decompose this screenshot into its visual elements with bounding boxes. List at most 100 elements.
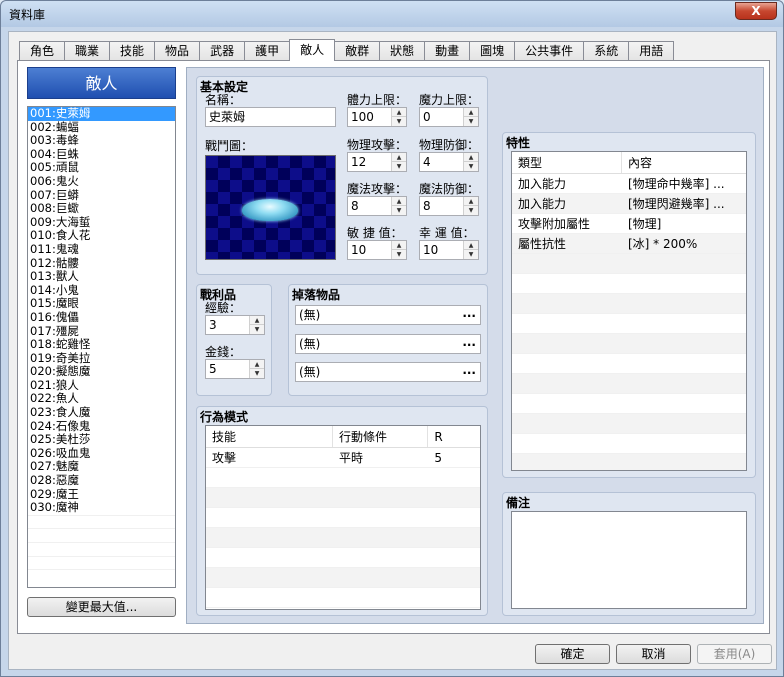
tab-12[interactable]: 系統 xyxy=(583,41,630,61)
list-empty-row[interactable] xyxy=(28,555,175,570)
enemy-list[interactable]: 001:史萊姆 002:蝙蝠 003:毒蜂 004:巨蛛 005:頑鼠 006:鬼火 007… xyxy=(27,106,176,588)
ellipsis-icon[interactable]: ... xyxy=(462,333,476,351)
spin-down-icon[interactable]: ▼ xyxy=(392,250,406,259)
list-item[interactable]: 022:魚人 xyxy=(28,392,175,406)
list-item[interactable]: 008:巨蠍 xyxy=(28,202,175,216)
tab-13[interactable]: 用語 xyxy=(628,41,675,61)
tab-4[interactable]: 武器 xyxy=(199,41,246,61)
spin-down-icon[interactable]: ▼ xyxy=(464,206,478,215)
spin-up-icon[interactable]: ▲ xyxy=(464,108,478,117)
spin-down-icon[interactable]: ▼ xyxy=(464,117,478,126)
empty-row[interactable] xyxy=(512,334,746,354)
drop-item-2[interactable]: (無)... xyxy=(295,334,481,354)
drop-item-1[interactable]: (無)... xyxy=(295,305,481,325)
table-row[interactable]: 屬性抗性 [冰] * 200% xyxy=(512,234,746,254)
spin-up-icon[interactable]: ▲ xyxy=(392,153,406,162)
tab-0[interactable]: 角色 xyxy=(19,41,66,61)
empty-row[interactable] xyxy=(512,394,746,414)
magic-defense-spinner[interactable]: 8 ▲ ▼ xyxy=(419,196,479,216)
attack-spinner[interactable]: 12 ▲ ▼ xyxy=(347,152,407,172)
tab-9[interactable]: 動畫 xyxy=(424,41,471,61)
list-item[interactable]: 010:食人花 xyxy=(28,229,175,243)
list-item[interactable]: 029:魔王 xyxy=(28,487,175,502)
cancel-button[interactable]: 取消 xyxy=(616,644,691,664)
empty-row[interactable] xyxy=(206,488,480,508)
empty-row[interactable] xyxy=(512,274,746,294)
list-item[interactable]: 020:擬態魔 xyxy=(28,365,175,379)
spin-up-icon[interactable]: ▲ xyxy=(250,360,264,369)
drop-item-3[interactable]: (無)... xyxy=(295,362,481,382)
empty-row[interactable] xyxy=(512,414,746,434)
col-condition[interactable]: 行動條件 xyxy=(333,426,429,447)
list-empty-row[interactable] xyxy=(28,569,175,583)
table-row[interactable]: 加入能力 [物理閃避幾率] ... xyxy=(512,194,746,214)
spin-down-icon[interactable]: ▼ xyxy=(464,162,478,171)
list-item[interactable]: 018:蛇雞怪 xyxy=(28,337,175,352)
tab-8[interactable]: 狀態 xyxy=(379,41,426,61)
agility-spinner[interactable]: 10 ▲ ▼ xyxy=(347,240,407,260)
name-input[interactable]: 史萊姆 xyxy=(205,107,336,127)
list-empty-row[interactable] xyxy=(28,514,175,529)
list-item[interactable]: 007:巨蟒 xyxy=(28,188,175,203)
col-skill[interactable]: 技能 xyxy=(206,426,334,447)
apply-button[interactable]: 套用(A) xyxy=(697,644,772,664)
list-item[interactable]: 005:頑鼠 xyxy=(28,161,175,175)
ellipsis-icon[interactable]: ... xyxy=(462,361,476,379)
empty-row[interactable] xyxy=(512,254,746,274)
tab-11[interactable]: 公共事件 xyxy=(514,41,585,61)
max-mp-spinner[interactable]: 0 ▲ ▼ xyxy=(419,107,479,127)
spin-down-icon[interactable]: ▼ xyxy=(250,325,264,334)
col-type[interactable]: 類型 xyxy=(512,152,622,173)
list-empty-row[interactable] xyxy=(28,542,175,556)
list-item[interactable]: 017:殭屍 xyxy=(28,324,175,339)
col-content[interactable]: 內容 xyxy=(622,152,746,173)
notes-textarea[interactable] xyxy=(511,511,747,609)
empty-row[interactable] xyxy=(512,354,746,374)
tab-10[interactable]: 圖塊 xyxy=(469,41,516,61)
list-item[interactable]: 023:食人魔 xyxy=(28,405,175,420)
table-row[interactable]: 加入能力 [物理命中幾率] ... xyxy=(512,174,746,194)
spin-down-icon[interactable]: ▼ xyxy=(392,117,406,126)
tab-3[interactable]: 物品 xyxy=(154,41,201,61)
luck-spinner[interactable]: 10 ▲ ▼ xyxy=(419,240,479,260)
max-hp-spinner[interactable]: 100 ▲ ▼ xyxy=(347,107,407,127)
empty-row[interactable] xyxy=(512,314,746,334)
spin-down-icon[interactable]: ▼ xyxy=(464,250,478,259)
col-rating[interactable]: R xyxy=(428,426,480,447)
list-item[interactable]: 028:惡魔 xyxy=(28,473,175,488)
spin-up-icon[interactable]: ▲ xyxy=(464,153,478,162)
empty-row[interactable] xyxy=(512,374,746,394)
list-item[interactable]: 011:鬼魂 xyxy=(28,242,175,257)
list-item[interactable]: 014:小鬼 xyxy=(28,283,175,298)
exp-spinner[interactable]: 3 ▲ ▼ xyxy=(205,315,265,335)
defense-spinner[interactable]: 4 ▲ ▼ xyxy=(419,152,479,172)
battler-image[interactable] xyxy=(205,155,336,260)
tab-7[interactable]: 敵群 xyxy=(334,41,381,61)
ok-button[interactable]: 確定 xyxy=(535,644,610,664)
spin-down-icon[interactable]: ▼ xyxy=(392,206,406,215)
empty-row[interactable] xyxy=(512,454,746,470)
tab-5[interactable]: 護甲 xyxy=(244,41,291,61)
empty-row[interactable] xyxy=(206,508,480,528)
close-button[interactable]: X xyxy=(735,2,777,20)
table-row[interactable]: 攻擊 平時 5 xyxy=(206,448,480,468)
empty-row[interactable] xyxy=(206,548,480,568)
spin-up-icon[interactable]: ▲ xyxy=(392,241,406,250)
spin-up-icon[interactable]: ▲ xyxy=(464,197,478,206)
list-empty-row[interactable] xyxy=(28,528,175,542)
list-item[interactable]: 013:獸人 xyxy=(28,270,175,284)
spin-down-icon[interactable]: ▼ xyxy=(392,162,406,171)
list-item[interactable]: 016:傀儡 xyxy=(28,310,175,325)
list-item[interactable]: 009:大海蜇 xyxy=(28,215,175,230)
empty-row[interactable] xyxy=(206,468,480,488)
list-item[interactable]: 012:骷髏 xyxy=(28,256,175,271)
list-item[interactable]: 026:吸血鬼 xyxy=(28,446,175,461)
magic-attack-spinner[interactable]: 8 ▲ ▼ xyxy=(347,196,407,216)
action-patterns-table[interactable]: 技能 行動條件 R 攻擊 平時 5 xyxy=(205,425,481,610)
list-item[interactable]: 021:狼人 xyxy=(28,378,175,393)
list-item[interactable]: 003:毒蜂 xyxy=(28,134,175,148)
change-maximum-button[interactable]: 變更最大值... xyxy=(27,597,176,617)
tab-2[interactable]: 技能 xyxy=(109,41,156,61)
empty-row[interactable] xyxy=(206,528,480,548)
list-item[interactable]: 019:奇美拉 xyxy=(28,351,175,366)
